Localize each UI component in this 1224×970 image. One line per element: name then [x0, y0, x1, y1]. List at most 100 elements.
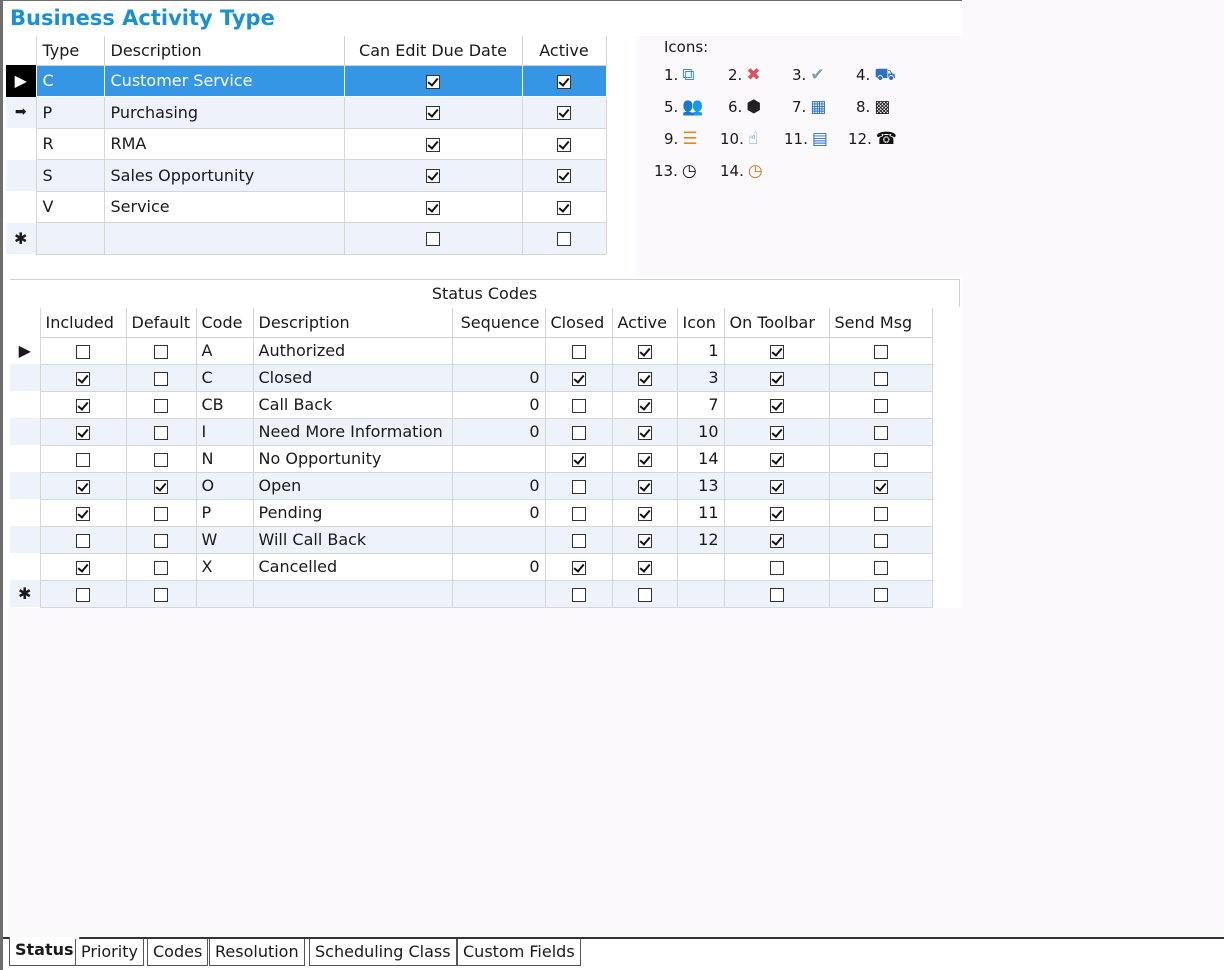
row-header[interactable]	[10, 445, 40, 472]
activity-row[interactable]: SSales Opportunity	[6, 160, 606, 192]
active-checkbox[interactable]	[557, 169, 571, 183]
send-msg-checkbox[interactable]	[874, 588, 888, 602]
row-arrow-indicator[interactable]: ➡	[6, 97, 36, 129]
included-checkbox[interactable]	[76, 588, 90, 602]
on-toolbar-checkbox[interactable]	[770, 426, 784, 440]
code-cell[interactable]: A	[196, 337, 253, 364]
on-toolbar-checkbox[interactable]	[770, 561, 784, 575]
active-checkbox[interactable]	[638, 534, 652, 548]
closed-checkbox[interactable]	[572, 480, 586, 494]
description-cell[interactable]: Pending	[253, 499, 452, 526]
status-row[interactable]: CBCall Back07	[10, 391, 932, 418]
on-toolbar-checkbox[interactable]	[770, 480, 784, 494]
active-checkbox[interactable]	[638, 372, 652, 386]
closed-checkbox[interactable]	[572, 534, 586, 548]
column-header-icon[interactable]: Icon	[677, 308, 724, 337]
description-cell[interactable]: Cancelled	[253, 553, 452, 580]
status-row[interactable]: NNo Opportunity14	[10, 445, 932, 472]
send-msg-checkbox[interactable]	[874, 399, 888, 413]
description-cell[interactable]: Need More Information	[253, 418, 452, 445]
sequence-cell[interactable]: 0	[452, 472, 545, 499]
active-checkbox[interactable]	[557, 201, 571, 215]
active-checkbox[interactable]	[638, 507, 652, 521]
description-cell[interactable]	[104, 223, 344, 255]
send-msg-checkbox[interactable]	[874, 561, 888, 575]
on-toolbar-checkbox[interactable]	[770, 345, 784, 359]
description-cell[interactable]: RMA	[104, 128, 344, 160]
included-checkbox[interactable]	[76, 399, 90, 413]
column-header-description[interactable]: Description	[104, 36, 344, 65]
icon-cell[interactable]: 11	[677, 499, 724, 526]
status-row[interactable]: PPending0 11	[10, 499, 932, 526]
row-header[interactable]	[10, 391, 40, 418]
row-header[interactable]	[10, 364, 40, 391]
type-cell[interactable]: C	[36, 65, 104, 97]
active-checkbox[interactable]	[638, 561, 652, 575]
code-cell[interactable]: I	[196, 418, 253, 445]
code-cell[interactable]: C	[196, 364, 253, 391]
active-checkbox[interactable]	[638, 453, 652, 467]
status-row[interactable]: ▶AAuthorized1	[10, 337, 932, 364]
active-checkbox[interactable]	[557, 106, 571, 120]
row-header[interactable]	[6, 128, 36, 160]
on-toolbar-checkbox[interactable]	[770, 372, 784, 386]
row-header[interactable]	[6, 191, 36, 223]
on-toolbar-checkbox[interactable]	[770, 453, 784, 467]
send-msg-checkbox[interactable]	[874, 345, 888, 359]
sequence-cell[interactable]: 0	[452, 499, 545, 526]
icon-cell[interactable]: 14	[677, 445, 724, 472]
row-header[interactable]	[10, 418, 40, 445]
type-cell[interactable]: S	[36, 160, 104, 192]
description-cell[interactable]: Service	[104, 191, 344, 223]
default-checkbox[interactable]	[154, 345, 168, 359]
can-edit-due-date-checkbox[interactable]	[426, 169, 440, 183]
closed-checkbox[interactable]	[572, 561, 586, 575]
default-checkbox[interactable]	[154, 480, 168, 494]
can-edit-due-date-checkbox[interactable]	[426, 75, 440, 89]
closed-checkbox[interactable]	[572, 372, 586, 386]
type-cell[interactable]: R	[36, 128, 104, 160]
closed-checkbox[interactable]	[572, 507, 586, 521]
included-checkbox[interactable]	[76, 453, 90, 467]
current-row-indicator[interactable]: ▶	[6, 65, 36, 97]
code-cell[interactable]: N	[196, 445, 253, 472]
closed-checkbox[interactable]	[572, 345, 586, 359]
description-cell[interactable]: Closed	[253, 364, 452, 391]
column-header-default[interactable]: Default	[126, 308, 196, 337]
sequence-cell[interactable]	[452, 337, 545, 364]
default-checkbox[interactable]	[154, 561, 168, 575]
code-cell[interactable]: P	[196, 499, 253, 526]
icon-cell[interactable]: 3	[677, 364, 724, 391]
new-row[interactable]: ✱	[6, 223, 606, 255]
type-cell[interactable]: P	[36, 97, 104, 129]
description-cell[interactable]: Sales Opportunity	[104, 160, 344, 192]
status-row[interactable]: WWill Call Back12	[10, 526, 932, 553]
icon-cell[interactable]: 10	[677, 418, 724, 445]
on-toolbar-checkbox[interactable]	[770, 588, 784, 602]
activity-row[interactable]: RRMA	[6, 128, 606, 160]
description-cell[interactable]: Authorized	[253, 337, 452, 364]
sequence-cell[interactable]: 0	[452, 418, 545, 445]
column-header-active[interactable]: Active	[522, 36, 606, 65]
sequence-cell[interactable]	[452, 580, 545, 607]
activity-row[interactable]: ➡PPurchasing	[6, 97, 606, 129]
code-cell[interactable]	[196, 580, 253, 607]
default-checkbox[interactable]	[154, 453, 168, 467]
row-header[interactable]	[10, 472, 40, 499]
on-toolbar-checkbox[interactable]	[770, 534, 784, 548]
icon-cell[interactable]: 1	[677, 337, 724, 364]
included-checkbox[interactable]	[76, 426, 90, 440]
code-cell[interactable]: W	[196, 526, 253, 553]
status-row[interactable]: OOpen013	[10, 472, 932, 499]
status-row[interactable]: XCancelled0	[10, 553, 932, 580]
active-checkbox[interactable]	[638, 426, 652, 440]
default-checkbox[interactable]	[154, 507, 168, 521]
icon-cell[interactable]: 7	[677, 391, 724, 418]
send-msg-checkbox[interactable]	[874, 534, 888, 548]
column-header-active[interactable]: Active	[612, 308, 677, 337]
column-header-on-toolbar[interactable]: On Toolbar	[724, 308, 829, 337]
included-checkbox[interactable]	[76, 372, 90, 386]
send-msg-checkbox[interactable]	[874, 426, 888, 440]
included-checkbox[interactable]	[76, 561, 90, 575]
code-cell[interactable]: O	[196, 472, 253, 499]
